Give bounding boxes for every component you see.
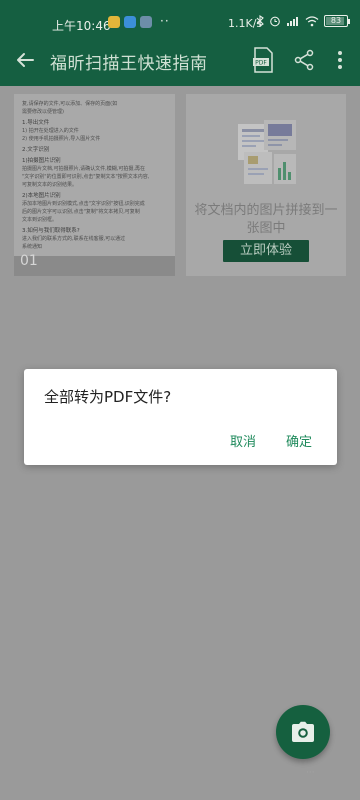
confirm-button[interactable]: 确定 — [286, 431, 312, 450]
document-line: 文本到识别框。 — [22, 217, 58, 223]
status-app-icons — [108, 16, 152, 28]
document-line: 可复制文本的识别结果。 — [22, 182, 78, 188]
status-icons: 83 — [256, 15, 350, 27]
document-line: 后的图片文字可以识别,点击"复制"将文本拷贝,可复制 — [22, 209, 140, 215]
try-now-button[interactable]: 立即体验 — [223, 240, 309, 262]
signal-icon — [287, 17, 298, 26]
cancel-button[interactable]: 取消 — [230, 431, 256, 450]
document-line: 1.导出文件 — [22, 120, 50, 126]
document-preview-card[interactable]: 复,请保存的文件,可以添加、保存的页面(如 需要修改以便管理) 1.导出文件 1) 拍… — [14, 94, 175, 276]
document-line: 1)拍摄图片识别 — [22, 158, 61, 164]
notification-app-icon-2 — [124, 16, 136, 28]
document-line: 2.文字识别 — [22, 147, 50, 153]
pdf-icon[interactable]: PDF — [252, 47, 274, 73]
camera-icon — [292, 721, 314, 742]
camera-button[interactable] — [276, 705, 330, 759]
status-more-notifications: ·· — [160, 14, 170, 28]
stitch-illustration-icon — [238, 120, 296, 184]
document-line: 复,请保存的文件,可以添加、保存的页面(如 — [22, 101, 118, 107]
watermark: ··· — [306, 768, 315, 778]
document-line: 1) 拍开在处理进入的文件 — [22, 128, 79, 134]
status-bar: 上午10:46 ·· 1.1K/s 83 — [0, 0, 360, 34]
notification-app-icon-1 — [108, 16, 120, 28]
more-icon[interactable] — [330, 48, 350, 72]
document-line: 拍摄图片文档,可拍摄照片,请确认文件,模糊,可拍摄,再在 — [22, 166, 145, 172]
wifi-icon — [305, 16, 319, 27]
battery-icon: 83 — [324, 15, 350, 27]
dialog-message: 全部转为PDF文件? — [44, 388, 172, 406]
page-title: 福昕扫描王快速指南 — [50, 54, 208, 74]
page-counter: 01 — [14, 254, 175, 276]
bluetooth-icon — [256, 15, 264, 27]
convert-to-pdf-dialog: 全部转为PDF文件? 取消 确定 — [24, 369, 337, 465]
battery-percent: 83 — [330, 16, 342, 25]
document-line: 添加本地图片到识别模式,点击"文字识别"按钮,识别完成 — [22, 201, 145, 207]
notification-app-icon-3 — [140, 16, 152, 28]
stitch-images-card[interactable]: 将文档内的图片拼接到一张图中 立即体验 — [186, 94, 346, 276]
document-text: 复,请保存的文件,可以添加、保存的页面(如 需要修改以便管理) 1.导出文件 1) 拍… — [22, 101, 167, 251]
back-icon[interactable] — [13, 48, 37, 72]
stitch-description: 将文档内的图片拼接到一张图中 — [194, 203, 338, 236]
status-time: 上午10:46 — [52, 19, 111, 33]
svg-text:PDF: PDF — [255, 60, 267, 67]
app-bar: 福昕扫描王快速指南 PDF — [0, 34, 360, 86]
document-line: 系统通知 — [22, 244, 43, 250]
document-line: 需要修改以便管理) — [22, 109, 64, 115]
document-line: 3.如何与我们取得联系? — [22, 228, 80, 234]
document-line: 2) 使用手机拍摄照片,导入图片文件 — [22, 136, 101, 142]
document-line: 2)本地图片识别 — [22, 193, 61, 199]
share-icon[interactable] — [292, 48, 316, 72]
alarm-icon — [270, 16, 280, 27]
document-line: 进入我们的联系方式的,联系在线客服,可以通过 — [22, 236, 126, 242]
document-line: "文字识别"的位置即可识别,点击"复制文本"按照文本内容, — [22, 174, 150, 180]
